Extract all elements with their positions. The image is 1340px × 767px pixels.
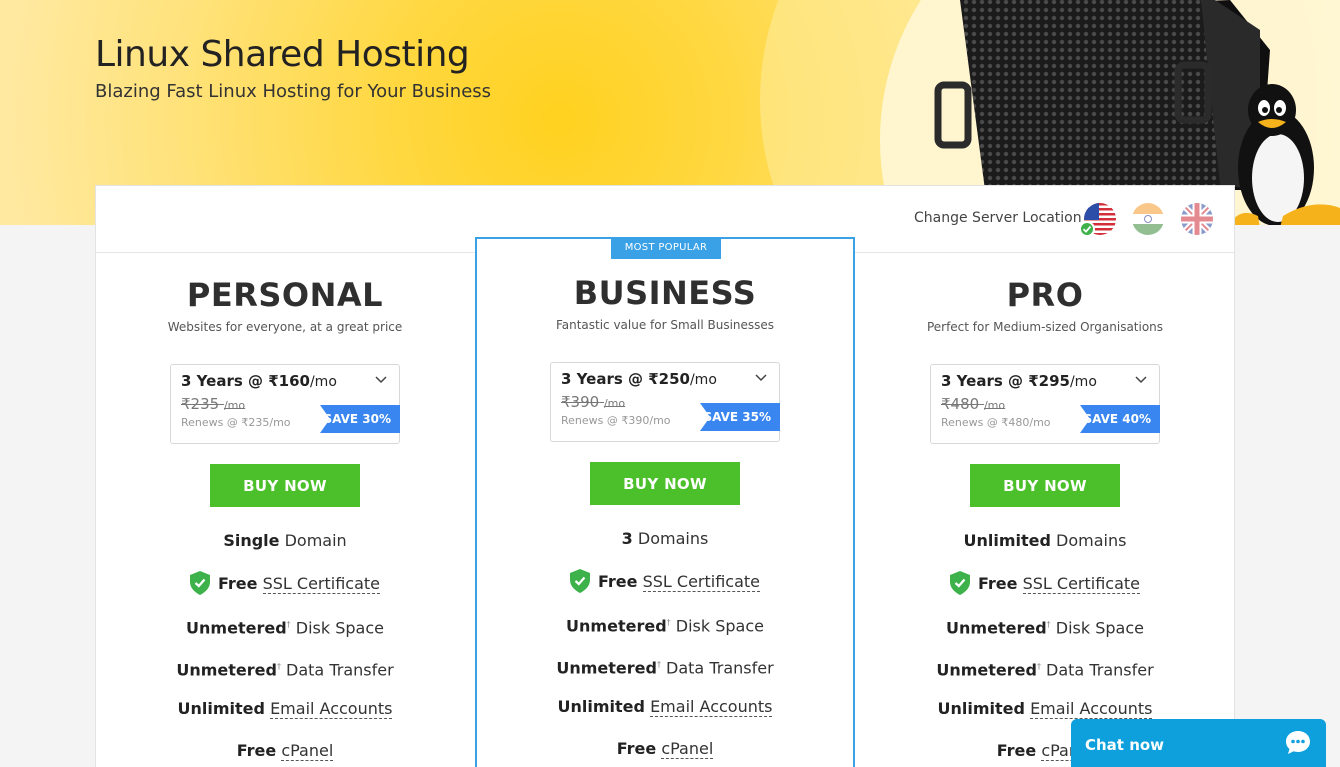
term-price-select[interactable]: 3 Years @ ₹295/mo ₹480 /mo Renews @ ₹480… <box>930 364 1160 444</box>
feature-ssl: Free SSL Certificate <box>855 571 1235 613</box>
feature-email: Unlimited Email Accounts <box>177 699 393 719</box>
plan-name: PERSONAL <box>186 276 384 314</box>
save-badge: SAVE 35% <box>700 403 780 431</box>
feature-email: Unlimited Email Accounts <box>557 697 773 717</box>
ssl-certificate-link[interactable]: SSL Certificate <box>262 574 380 594</box>
server-location-label: Change Server Location <box>914 210 1082 226</box>
ssl-certificate-link[interactable]: SSL Certificate <box>1022 574 1140 594</box>
feature-cpanel: Free cPanel <box>236 741 334 761</box>
renewal-price: Renews @ ₹235/mo <box>181 416 291 429</box>
uk-flag-icon[interactable] <box>1181 203 1213 235</box>
feature-disk: Unmetered† Disk Space <box>566 616 764 636</box>
feature-ssl: Free SSL Certificate <box>477 569 853 611</box>
feature-transfer: Unmetered† Data Transfer <box>556 658 774 678</box>
plan-card-pro: PRO Perfect for Medium-sized Organisatio… <box>855 252 1235 767</box>
feature-transfer: Unmetered† Data Transfer <box>936 660 1154 680</box>
term-price-select[interactable]: 3 Years @ ₹250/mo ₹390 /mo Renews @ ₹390… <box>550 362 780 442</box>
most-popular-badge: MOST POPULAR <box>611 237 721 259</box>
buy-now-button[interactable]: BUY NOW <box>970 464 1120 507</box>
save-badge: SAVE 30% <box>320 405 400 433</box>
feature-disk: Unmetered† Disk Space <box>186 618 384 638</box>
feature-domains: Unlimited Domains <box>963 531 1127 550</box>
chevron-down-icon <box>375 376 387 384</box>
feature-domains: Single Domain <box>223 531 347 550</box>
plan-tagline: Perfect for Medium-sized Organisations <box>926 320 1164 334</box>
renewal-price: Renews @ ₹390/mo <box>561 414 671 427</box>
feature-cpanel: Free cPanel <box>616 739 714 759</box>
feature-domains: 3 Domains <box>621 529 709 548</box>
feature-ssl: Free SSL Certificate <box>95 571 475 613</box>
buy-now-button[interactable]: BUY NOW <box>210 464 360 507</box>
plan-card-personal: PERSONAL Websites for everyone, at a gre… <box>95 252 475 767</box>
plan-card-business: MOST POPULAR BUSINESS Fantastic value fo… <box>475 237 855 767</box>
feature-list: 3 Domains Free SSL Certificate Unmetered… <box>477 527 853 767</box>
chevron-down-icon <box>755 374 767 382</box>
term-price: 3 Years @ ₹295/mo <box>941 372 1097 390</box>
tux-penguin-icon <box>1229 84 1340 225</box>
term-price: 3 Years @ ₹250/mo <box>561 370 717 388</box>
old-price: ₹390 /mo <box>561 393 626 411</box>
chat-label: Chat now <box>1085 736 1165 754</box>
feature-list: Single Domain Free SSL Certificate Unmet… <box>95 529 475 767</box>
plan-tagline: Websites for everyone, at a great price <box>167 320 403 334</box>
page-title: Linux Shared Hosting <box>95 34 470 75</box>
term-price: 3 Years @ ₹160/mo <box>181 372 337 390</box>
plan-tagline: Fantastic value for Small Businesses <box>555 318 775 332</box>
cpanel-link[interactable]: cPanel <box>281 741 334 761</box>
feature-transfer: Unmetered† Data Transfer <box>176 660 394 680</box>
selected-check-icon <box>1079 221 1095 237</box>
plan-name: BUSINESS <box>573 274 757 312</box>
plan-name: PRO <box>1006 276 1084 314</box>
shield-check-icon <box>569 569 590 593</box>
chevron-down-icon <box>1135 376 1147 384</box>
email-accounts-link[interactable]: Email Accounts <box>270 699 393 719</box>
chat-bubble-icon <box>1286 731 1310 754</box>
india-flag-icon[interactable] <box>1132 203 1164 235</box>
chat-now-button[interactable]: Chat now <box>1071 719 1326 767</box>
shield-check-icon <box>189 571 210 595</box>
save-badge: SAVE 40% <box>1080 405 1160 433</box>
feature-disk: Unmetered† Disk Space <box>946 618 1144 638</box>
buy-now-button[interactable]: BUY NOW <box>590 462 740 505</box>
old-price: ₹480 /mo <box>941 395 1006 413</box>
renewal-price: Renews @ ₹480/mo <box>941 416 1051 429</box>
term-price-select[interactable]: 3 Years @ ₹160/mo ₹235 /mo Renews @ ₹235… <box>170 364 400 444</box>
old-price: ₹235 /mo <box>181 395 246 413</box>
cpanel-link[interactable]: cPanel <box>661 739 714 759</box>
page-subtitle: Blazing Fast Linux Hosting for Your Busi… <box>95 81 492 102</box>
ssl-certificate-link[interactable]: SSL Certificate <box>642 572 760 592</box>
shield-check-icon <box>949 571 970 595</box>
email-accounts-link[interactable]: Email Accounts <box>1030 699 1153 719</box>
email-accounts-link[interactable]: Email Accounts <box>650 697 773 717</box>
